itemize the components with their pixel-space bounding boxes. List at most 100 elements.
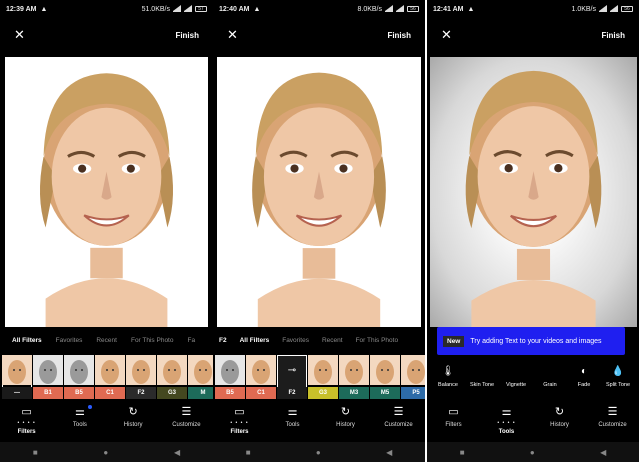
- nav-history[interactable]: ↻ History: [110, 405, 156, 428]
- tool-skin-tone[interactable]: Skin Tone: [465, 366, 499, 396]
- nav-label: History: [123, 422, 143, 428]
- nav-label: Tools: [498, 429, 515, 435]
- filter-strip: B5 C1 ⊸ F2 G3 M3 M5 P5: [215, 355, 425, 399]
- customize-icon: ☰: [181, 406, 192, 418]
- history-icon: ↻: [554, 406, 565, 418]
- nav-customize[interactable]: ☰ Customize: [376, 405, 422, 428]
- filter-preview-image: [2, 355, 32, 385]
- balance-icon: 🌡: [441, 366, 455, 377]
- close-icon[interactable]: ✕: [14, 27, 25, 43]
- filter-preview-image: [33, 355, 63, 385]
- warning-icon: ▲: [40, 5, 48, 13]
- back-icon[interactable]: ◀: [174, 448, 180, 457]
- tab-fa[interactable]: Fa: [187, 337, 195, 351]
- filter-thumb[interactable]: M5: [370, 355, 400, 399]
- tool-balance[interactable]: 🌡 Balance: [431, 366, 465, 396]
- page-dots: • • • •: [230, 420, 249, 426]
- nav-customize[interactable]: ☰ Customize: [590, 405, 636, 428]
- filter-preview-image: [126, 355, 156, 385]
- new-badge: New: [443, 335, 465, 347]
- tab-for-this-photo[interactable]: For This Photo: [356, 337, 399, 351]
- filter-label: —: [2, 387, 32, 399]
- nav-history[interactable]: ↻ History: [537, 405, 583, 428]
- customize-icon: ☰: [607, 406, 618, 418]
- recents-icon[interactable]: ■: [460, 448, 465, 457]
- nav-tools[interactable]: ⚌ Tools: [57, 405, 103, 428]
- filter-thumb[interactable]: P5: [401, 355, 425, 399]
- filter-thumb[interactable]: M3: [339, 355, 369, 399]
- filter-label: B5: [215, 387, 245, 399]
- warning-icon: ▲: [253, 5, 261, 13]
- network-speed: 8.0KB/s: [357, 5, 382, 13]
- recents-icon[interactable]: ■: [33, 448, 38, 457]
- tools-icon: ⚌: [287, 406, 298, 418]
- filter-preview-image: [401, 355, 425, 385]
- screen-filters-2: 12:40 AM ▲ 8.0KB/s 56 ✕ Finish F2 All Fi…: [213, 0, 425, 462]
- filter-thumb[interactable]: ⊸ F2: [277, 355, 307, 399]
- nav-customize[interactable]: ☰ Customize: [163, 405, 209, 428]
- signal-icon: [173, 5, 181, 12]
- filter-thumb[interactable]: M: [188, 355, 213, 399]
- back-icon[interactable]: ◀: [600, 448, 606, 457]
- back-icon[interactable]: ◀: [386, 448, 392, 457]
- finish-button[interactable]: Finish: [175, 31, 199, 40]
- filter-preview-image: [308, 355, 338, 385]
- nav-filters[interactable]: ▭ Filters: [431, 405, 477, 428]
- top-bar: ✕ Finish: [0, 22, 213, 48]
- filter-thumb[interactable]: G3: [157, 355, 187, 399]
- recents-icon[interactable]: ■: [246, 448, 251, 457]
- tool-label: Grain: [543, 382, 557, 388]
- nav-filters[interactable]: ▭ • • • • Filters: [217, 405, 263, 435]
- page-dots: • • • •: [17, 420, 36, 426]
- nav-label: Customize: [384, 422, 413, 428]
- history-icon: ↻: [340, 406, 351, 418]
- filter-thumb[interactable]: B5: [64, 355, 94, 399]
- filter-thumb[interactable]: C1: [246, 355, 276, 399]
- tool-split-tone[interactable]: 💧 Split Tone: [601, 366, 635, 396]
- tool-grain[interactable]: Grain: [533, 366, 567, 396]
- nav-label: Tools: [72, 422, 87, 428]
- tool-label: Vignette: [505, 382, 527, 388]
- nav-tools[interactable]: ⚌ Tools: [270, 405, 316, 428]
- nav-tools[interactable]: ⚌ • • • • Tools: [484, 405, 530, 435]
- tool-fade[interactable]: ◐ Fade: [567, 366, 601, 396]
- close-icon[interactable]: ✕: [441, 27, 452, 43]
- filter-preview-image: [339, 355, 369, 385]
- new-feature-banner[interactable]: New Try adding Text to your videos and i…: [437, 327, 625, 355]
- filter-thumb[interactable]: F2: [126, 355, 156, 399]
- filter-thumb[interactable]: B5: [215, 355, 245, 399]
- filter-label: B1: [33, 387, 63, 399]
- nav-filters[interactable]: ▭ • • • • Filters: [4, 405, 50, 435]
- tab-recent[interactable]: Recent: [96, 337, 117, 351]
- tab-favorites[interactable]: Favorites: [56, 337, 83, 351]
- filter-label: P5: [401, 387, 425, 399]
- filter-thumb[interactable]: C1: [95, 355, 125, 399]
- filter-preview-image: [64, 355, 94, 385]
- tab-favorites[interactable]: Favorites: [282, 337, 309, 351]
- status-time: 12:39 AM: [6, 5, 37, 13]
- nav-history[interactable]: ↻ History: [323, 405, 369, 428]
- close-icon[interactable]: ✕: [227, 27, 238, 43]
- tab-all-filters[interactable]: All Filters: [240, 337, 270, 351]
- tab-recent[interactable]: Recent: [322, 337, 343, 351]
- history-icon: ↻: [128, 406, 138, 418]
- filter-thumb[interactable]: B1: [33, 355, 63, 399]
- nav-label: History: [336, 422, 355, 428]
- filters-icon: ▭: [448, 406, 459, 418]
- signal-icon: [385, 5, 393, 12]
- tab-all-filters[interactable]: All Filters: [12, 337, 42, 351]
- home-icon[interactable]: ●: [316, 448, 321, 457]
- filter-thumb[interactable]: G3: [308, 355, 338, 399]
- system-nav: ■ ● ◀: [0, 442, 213, 462]
- home-icon[interactable]: ●: [103, 448, 108, 457]
- filter-thumb[interactable]: —: [2, 355, 32, 399]
- home-icon[interactable]: ●: [530, 448, 535, 457]
- filters-icon: ▭: [21, 406, 32, 418]
- filter-tabs: All Filters Favorites Recent For This Ph…: [0, 337, 213, 351]
- filter-label: M: [188, 387, 213, 399]
- finish-button[interactable]: Finish: [601, 31, 625, 40]
- screen-tools: 12:41 AM ▲ 1.0KB/s 56 ✕ Finish New Try a…: [427, 0, 639, 462]
- tab-for-this-photo[interactable]: For This Photo: [131, 337, 174, 351]
- tool-vignette[interactable]: Vignette: [499, 366, 533, 396]
- finish-button[interactable]: Finish: [387, 31, 411, 40]
